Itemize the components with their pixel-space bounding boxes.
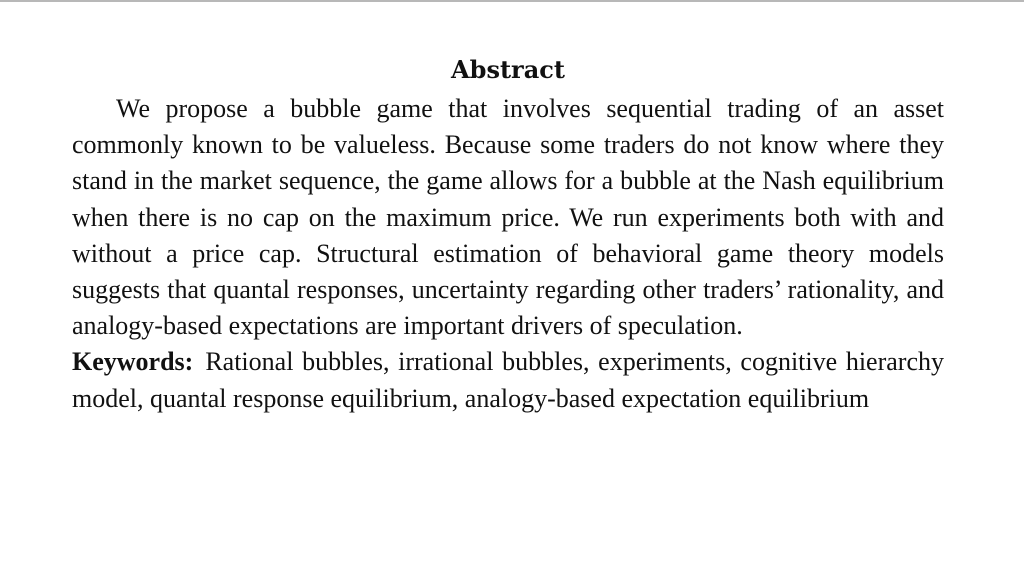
keywords-line: Keywords: Rational bubbles, irrational bu… <box>72 344 944 416</box>
top-divider <box>0 0 1024 2</box>
keywords-label: Keywords: <box>72 347 194 377</box>
abstract-paragraph: We propose a bubble game that involves s… <box>72 91 944 344</box>
abstract-text: We propose a bubble game that involves s… <box>72 94 944 341</box>
keywords-text: Rational bubbles, irrational bubbles, ex… <box>72 347 944 413</box>
abstract-heading: Abstract <box>451 55 565 84</box>
abstract-section: Abstract We propose a bubble game that i… <box>72 52 944 417</box>
